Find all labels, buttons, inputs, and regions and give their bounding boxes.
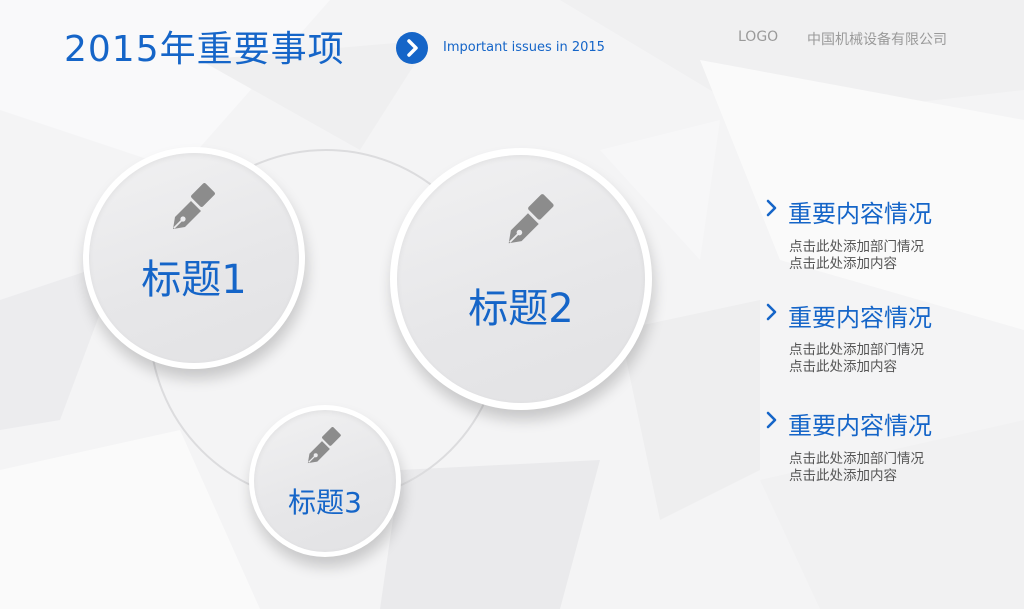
chevron-right-icon [766,303,777,321]
chevron-right-icon [766,411,777,429]
item-desc-line: 点击此处添加部门情况 [789,342,924,358]
topic-circle-2[interactable]: 标题2 [390,148,652,410]
pen-nib-icon [508,194,554,244]
topic-label-3: 标题3 [288,486,362,519]
item-desc-1: 点击此处添加部门情况 点击此处添加内容 [789,239,924,273]
item-title-2: 重要内容情况 [788,304,932,332]
item-desc-line: 点击此处添加内容 [789,359,897,375]
topic-circle-3[interactable]: 标题3 [249,405,401,557]
item-desc-line: 点击此处添加部门情况 [789,451,924,467]
pen-nib-icon [173,183,215,229]
topic-label-2: 标题2 [468,286,574,332]
item-desc-line: 点击此处添加部门情况 [789,239,924,255]
item-desc-2: 点击此处添加部门情况 点击此处添加内容 [789,342,924,376]
item-desc-line: 点击此处添加内容 [789,468,897,484]
item-desc-line: 点击此处添加内容 [789,256,897,272]
item-desc-3: 点击此处添加部门情况 点击此处添加内容 [789,451,924,485]
item-title-3: 重要内容情况 [788,412,932,440]
item-title-1: 重要内容情况 [788,200,932,228]
chevron-right-icon [766,199,777,217]
topic-label-1: 标题1 [141,257,247,303]
topic-circle-1[interactable]: 标题1 [83,147,305,369]
pen-nib-icon [307,427,341,464]
